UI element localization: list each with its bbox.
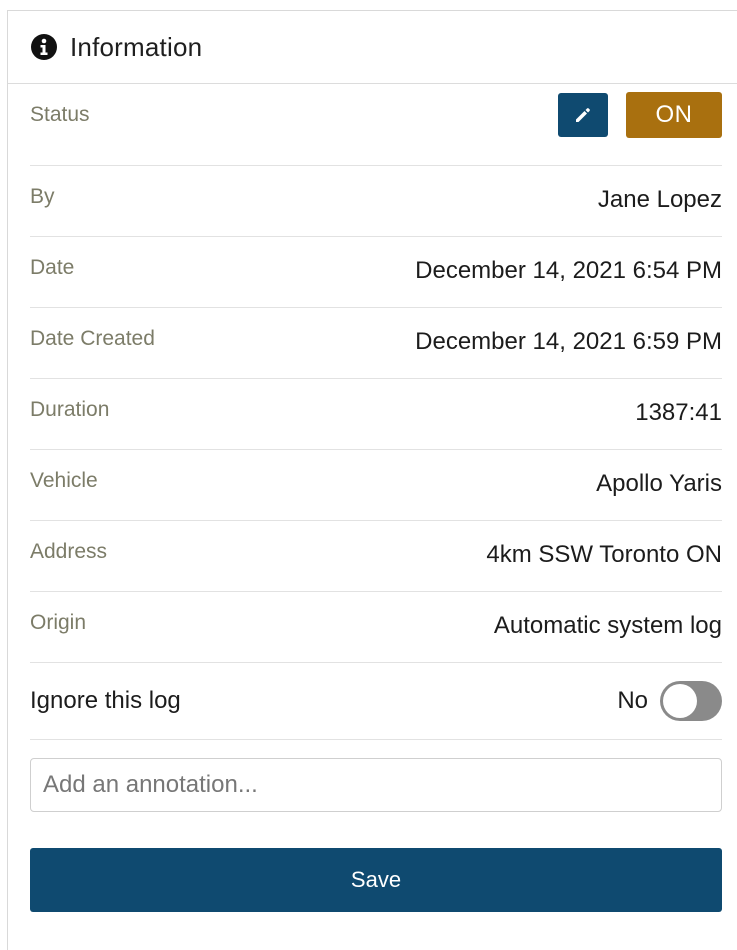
toggle-knob bbox=[663, 684, 697, 718]
duration-label: Duration bbox=[30, 398, 110, 421]
address-row: Address 4km SSW Toronto ON bbox=[30, 521, 722, 592]
status-actions: ON bbox=[558, 92, 722, 138]
date-label: Date bbox=[30, 256, 75, 279]
address-value: 4km SSW Toronto ON bbox=[486, 541, 722, 568]
origin-value: Automatic system log bbox=[493, 612, 722, 639]
info-circle-icon bbox=[31, 34, 57, 60]
ignore-log-label: Ignore this log bbox=[30, 687, 181, 714]
ignore-log-toggle[interactable] bbox=[660, 681, 722, 721]
status-row: Status ON bbox=[30, 84, 722, 166]
status-badge: ON bbox=[626, 92, 722, 138]
save-button[interactable]: Save bbox=[30, 848, 722, 912]
details-list: Status ON By Jane Lopez Date December 14… bbox=[8, 84, 737, 912]
vehicle-row: Vehicle Apollo Yaris bbox=[30, 450, 722, 521]
vehicle-label: Vehicle bbox=[30, 469, 98, 492]
pencil-icon bbox=[576, 108, 590, 122]
ignore-log-value: No bbox=[617, 687, 648, 714]
origin-label: Origin bbox=[30, 611, 87, 634]
date-created-label: Date Created bbox=[30, 327, 155, 350]
origin-row: Origin Automatic system log bbox=[30, 592, 722, 663]
edit-status-button[interactable] bbox=[558, 93, 608, 137]
ignore-log-row: Ignore this log No bbox=[30, 663, 722, 740]
information-panel: Information Status ON By Jane Lopez Date… bbox=[7, 10, 737, 950]
vehicle-value: Apollo Yaris bbox=[596, 470, 722, 497]
date-created-row: Date Created December 14, 2021 6:59 PM bbox=[30, 308, 722, 379]
duration-row: Duration 1387:41 bbox=[30, 379, 722, 450]
date-value: December 14, 2021 6:54 PM bbox=[415, 257, 722, 284]
panel-header: Information bbox=[8, 11, 737, 84]
annotation-input[interactable] bbox=[30, 758, 722, 812]
date-row: Date December 14, 2021 6:54 PM bbox=[30, 237, 722, 308]
duration-value: 1387:41 bbox=[635, 399, 722, 426]
by-row: By Jane Lopez bbox=[30, 166, 722, 237]
address-label: Address bbox=[30, 540, 108, 563]
panel-title: Information bbox=[70, 31, 203, 62]
by-value: Jane Lopez bbox=[597, 186, 722, 213]
ignore-log-control: No bbox=[617, 681, 722, 721]
by-label: By bbox=[30, 185, 55, 208]
status-label: Status bbox=[30, 103, 90, 126]
date-created-value: December 14, 2021 6:59 PM bbox=[415, 328, 722, 355]
